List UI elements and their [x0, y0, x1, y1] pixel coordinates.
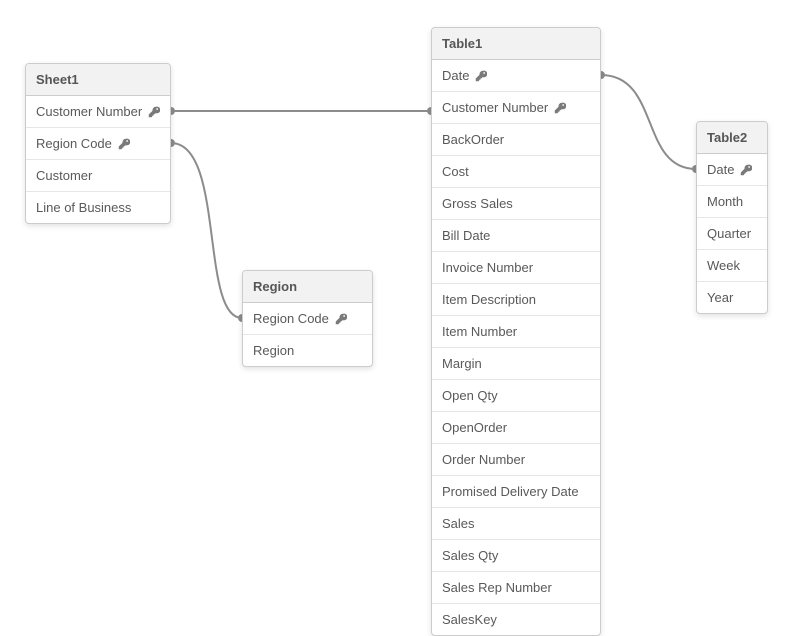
field-label: Line of Business [36, 200, 131, 215]
field-list: Date Month Quarter Week Year [697, 154, 767, 313]
field-row[interactable]: SalesKey [432, 604, 600, 635]
field-label: Week [707, 258, 740, 273]
key-icon [335, 313, 347, 325]
field-row[interactable]: Open Qty [432, 380, 600, 412]
field-row[interactable]: Cost [432, 156, 600, 188]
connector-sheet1-region [171, 143, 242, 318]
field-label: Date [707, 162, 734, 177]
field-row[interactable]: Sales [432, 508, 600, 540]
field-label: OpenOrder [442, 420, 507, 435]
field-row[interactable]: Region [243, 335, 372, 366]
field-row[interactable]: Quarter [697, 218, 767, 250]
field-row[interactable]: Date [697, 154, 767, 186]
field-label: Customer Number [36, 104, 142, 119]
field-label: Cost [442, 164, 469, 179]
field-row[interactable]: Month [697, 186, 767, 218]
field-label: Month [707, 194, 743, 209]
field-row[interactable]: Invoice Number [432, 252, 600, 284]
table-table1[interactable]: Table1 Date Customer Number BackOrder Cost G… [431, 27, 601, 636]
key-icon [475, 70, 487, 82]
field-label: Item Number [442, 324, 517, 339]
table-header[interactable]: Region [243, 271, 372, 303]
field-row[interactable]: Gross Sales [432, 188, 600, 220]
field-row[interactable]: Item Description [432, 284, 600, 316]
field-label: Invoice Number [442, 260, 533, 275]
field-label: Margin [442, 356, 482, 371]
field-label: Sales Qty [442, 548, 498, 563]
field-row[interactable]: Week [697, 250, 767, 282]
field-label: Open Qty [442, 388, 498, 403]
table-region[interactable]: Region Region Code Region [242, 270, 373, 367]
field-row[interactable]: Year [697, 282, 767, 313]
field-row[interactable]: BackOrder [432, 124, 600, 156]
field-label: SalesKey [442, 612, 497, 627]
field-label: Bill Date [442, 228, 490, 243]
table-header[interactable]: Table2 [697, 122, 767, 154]
key-icon [740, 164, 752, 176]
field-row[interactable]: Customer Number [26, 96, 170, 128]
field-row[interactable]: Line of Business [26, 192, 170, 223]
field-label: Date [442, 68, 469, 83]
field-row[interactable]: Item Number [432, 316, 600, 348]
table-header[interactable]: Sheet1 [26, 64, 170, 96]
field-list: Date Customer Number BackOrder Cost Gross Sa… [432, 60, 600, 635]
field-row[interactable]: Promised Delivery Date [432, 476, 600, 508]
field-label: BackOrder [442, 132, 504, 147]
field-label: Year [707, 290, 733, 305]
field-row[interactable]: Order Number [432, 444, 600, 476]
field-label: Quarter [707, 226, 751, 241]
table-title: Region [253, 279, 297, 294]
table-title: Table2 [707, 130, 747, 145]
field-row[interactable]: Region Code [243, 303, 372, 335]
table-title: Sheet1 [36, 72, 79, 87]
field-label: Region Code [253, 311, 329, 326]
field-label: Promised Delivery Date [442, 484, 579, 499]
field-row[interactable]: Sales Rep Number [432, 572, 600, 604]
field-label: Region Code [36, 136, 112, 151]
field-list: Region Code Region [243, 303, 372, 366]
field-row[interactable]: Margin [432, 348, 600, 380]
field-label: Item Description [442, 292, 536, 307]
field-label: Order Number [442, 452, 525, 467]
table-sheet1[interactable]: Sheet1 Customer NumberRegion CodeCustome… [25, 63, 171, 224]
field-row[interactable]: Customer [26, 160, 170, 192]
field-row[interactable]: Region Code [26, 128, 170, 160]
field-label: Gross Sales [442, 196, 513, 211]
field-label: Region [253, 343, 294, 358]
key-icon [148, 106, 160, 118]
field-row[interactable]: OpenOrder [432, 412, 600, 444]
field-row[interactable]: Customer Number [432, 92, 600, 124]
table-table2[interactable]: Table2 Date Month Quarter Week Year [696, 121, 768, 314]
field-row[interactable]: Sales Qty [432, 540, 600, 572]
table-header[interactable]: Table1 [432, 28, 600, 60]
field-label: Sales Rep Number [442, 580, 552, 595]
field-row[interactable]: Date [432, 60, 600, 92]
field-label: Customer Number [442, 100, 548, 115]
field-label: Customer [36, 168, 92, 183]
field-list: Customer Number Region Code Customer Line o… [26, 96, 170, 223]
table-title: Table1 [442, 36, 482, 51]
key-icon [554, 102, 566, 114]
field-label: Sales [442, 516, 475, 531]
field-row[interactable]: Bill Date [432, 220, 600, 252]
key-icon [118, 138, 130, 150]
connector-table1-table2 [601, 75, 696, 169]
